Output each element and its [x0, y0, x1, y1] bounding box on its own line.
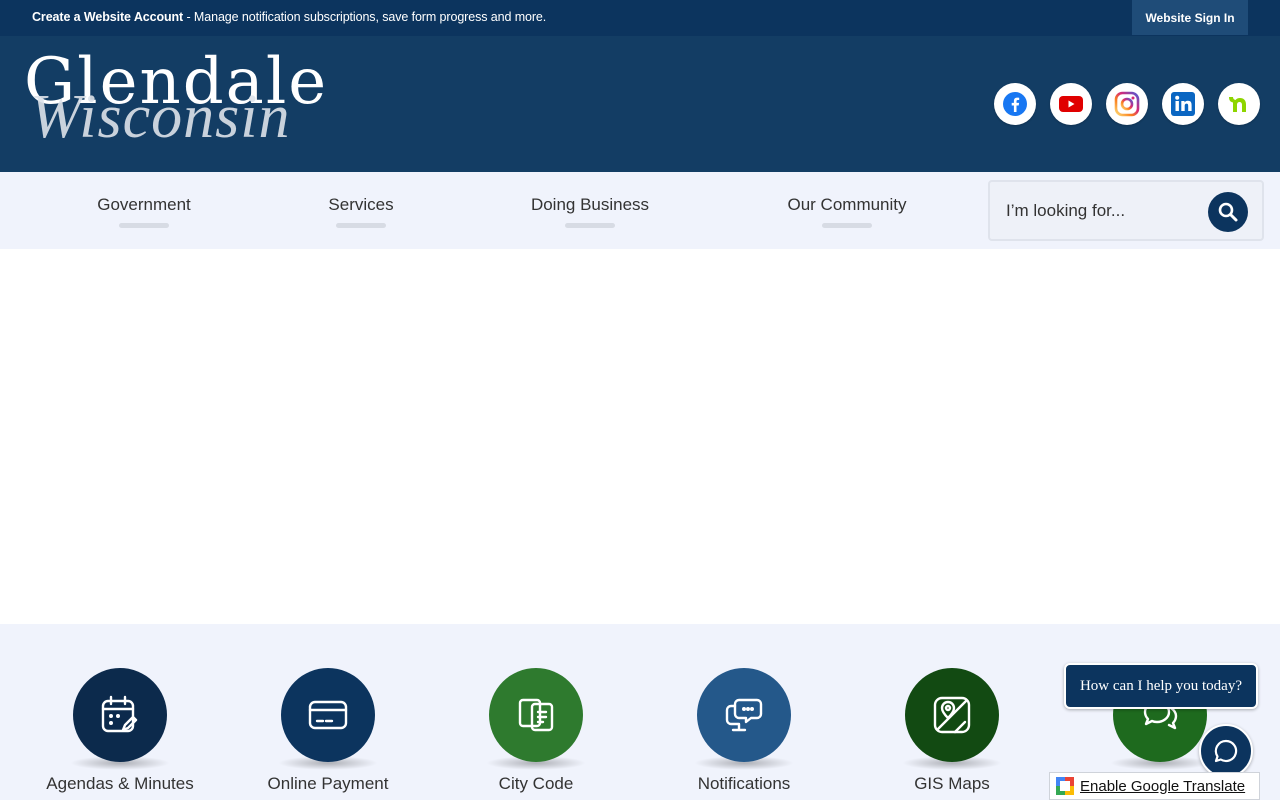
account-banner: Create a Website Account - Manage notifi… [32, 10, 546, 24]
linkedin-link[interactable] [1162, 83, 1204, 125]
quick-link-circle [697, 668, 791, 762]
credit-card-icon [308, 700, 348, 730]
quick-link-label: Notifications [697, 774, 791, 793]
nav-item-underline [565, 223, 615, 228]
nav-item-services[interactable]: Services [286, 172, 436, 249]
quick-link-circle [905, 668, 999, 762]
nav-item-label: Our Community [787, 195, 907, 214]
nav-item-government[interactable]: Government [69, 172, 219, 249]
document-stack-icon [518, 698, 554, 732]
facebook-icon [1003, 92, 1027, 116]
nav-item-label: Doing Business [530, 195, 650, 214]
chat-open-button[interactable] [1199, 724, 1253, 778]
quick-link-label: GIS Maps [914, 774, 990, 793]
nextdoor-icon [1229, 97, 1246, 112]
quick-link-circle [489, 668, 583, 762]
nav-item-our-community[interactable]: Our Community [757, 172, 937, 249]
search-button[interactable] [1208, 192, 1248, 232]
top-bar: Create a Website Account - Manage notifi… [0, 0, 1280, 36]
create-account-link[interactable]: Create a Website Account [32, 10, 183, 24]
google-translate-label: Enable Google Translate [1080, 777, 1246, 795]
main-content-area [0, 249, 1280, 624]
chat-icon [1214, 739, 1238, 763]
logo-state-name: Wisconsin [30, 83, 291, 151]
quick-link-circle [73, 668, 167, 762]
quick-link-circle [281, 668, 375, 762]
google-translate-icon [1056, 777, 1074, 795]
social-links [994, 83, 1260, 125]
youtube-icon [1059, 96, 1083, 112]
quick-link-label: Online Payment [267, 774, 389, 793]
quick-link-agendas-minutes[interactable]: Agendas & Minutes [20, 668, 220, 794]
instagram-icon [1114, 91, 1140, 117]
nextdoor-link[interactable] [1218, 83, 1260, 125]
site-search [988, 180, 1264, 241]
youtube-link[interactable] [1050, 83, 1092, 125]
facebook-link[interactable] [994, 83, 1036, 125]
nav-item-label: Government [97, 195, 191, 214]
google-translate-button[interactable]: Enable Google Translate [1049, 772, 1260, 800]
search-icon [1218, 202, 1238, 222]
account-banner-description: - Manage notification subscriptions, sav… [183, 10, 547, 24]
calendar-edit-icon [101, 695, 138, 733]
nav-item-underline [119, 223, 169, 228]
website-sign-in-button[interactable]: Website Sign In [1132, 0, 1248, 35]
nav-item-underline [336, 223, 386, 228]
message-monitor-icon [725, 698, 763, 732]
search-input[interactable] [1006, 194, 1196, 228]
map-pin-icon [933, 696, 971, 734]
instagram-link[interactable] [1106, 83, 1148, 125]
nav-item-underline [822, 223, 872, 228]
linkedin-icon [1171, 92, 1195, 116]
quick-link-online-payment[interactable]: Online Payment [228, 668, 428, 794]
glendale-wisconsin-logo[interactable]: Glendale Wisconsin [22, 50, 372, 160]
quick-link-notifications[interactable]: Notifications [644, 668, 844, 794]
nav-item-label: Services [328, 195, 394, 214]
quick-link-gis-maps[interactable]: GIS Maps [852, 668, 1052, 794]
site-header: Glendale Wisconsin [0, 36, 1280, 172]
chat-prompt-bubble[interactable]: How can I help you today? [1064, 663, 1258, 709]
quick-link-label: City Code [498, 774, 574, 793]
quick-link-city-code[interactable]: City Code [436, 668, 636, 794]
nav-item-doing-business[interactable]: Doing Business [500, 172, 680, 249]
quick-link-label: Agendas & Minutes [46, 774, 194, 793]
